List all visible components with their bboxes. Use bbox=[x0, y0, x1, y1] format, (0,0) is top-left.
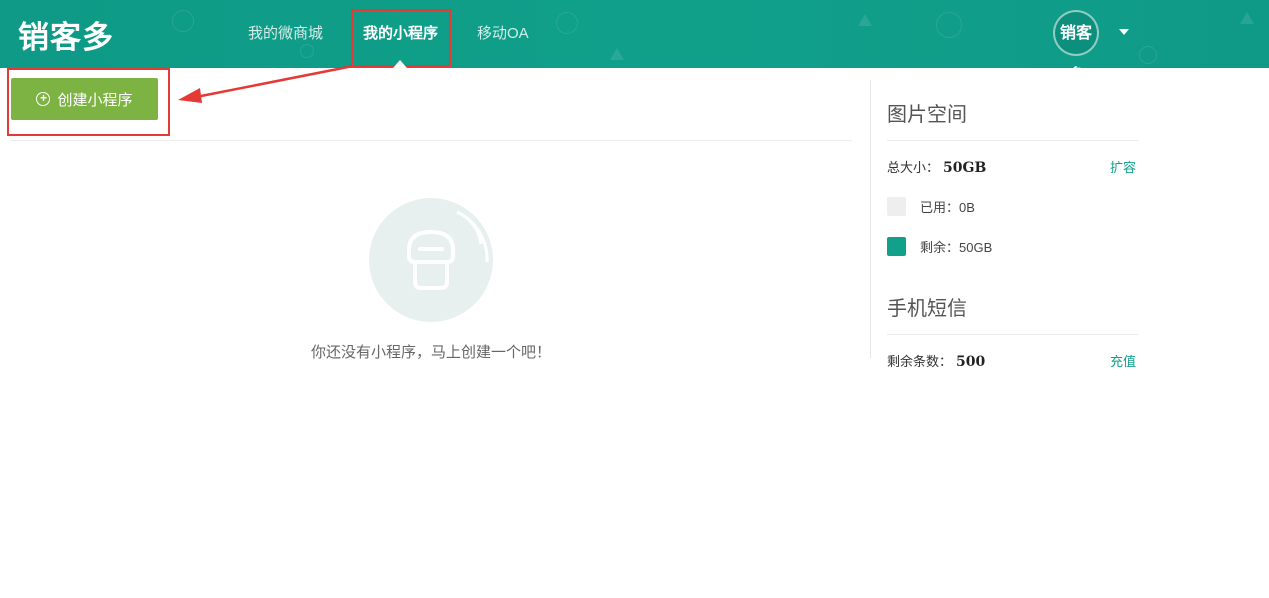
decor-circle bbox=[1139, 46, 1157, 64]
active-nav-indicator bbox=[393, 60, 407, 68]
expand-storage-link[interactable]: 扩容 bbox=[1110, 157, 1136, 176]
empty-state-icon bbox=[369, 198, 493, 322]
decor-triangle bbox=[610, 48, 624, 60]
chevron-down-icon[interactable] bbox=[1119, 29, 1129, 35]
recharge-link[interactable]: 充值 bbox=[1110, 351, 1136, 370]
decor-circle bbox=[556, 12, 578, 34]
decor-circle bbox=[172, 10, 194, 32]
create-button-label: 创建小程序 bbox=[57, 91, 133, 109]
storage-used-legend: 已用：0B bbox=[887, 197, 975, 216]
storage-used-label: 已用：0B bbox=[920, 200, 975, 215]
nav-mobile-oa[interactable]: 移动OA bbox=[477, 22, 529, 43]
storage-total-row: 总大小： 50GB bbox=[887, 157, 986, 176]
decor-triangle bbox=[858, 14, 872, 26]
nav-highlight-box bbox=[351, 9, 451, 67]
sms-remaining-value: 500 bbox=[956, 354, 986, 370]
annotation-arrow-icon bbox=[178, 64, 354, 103]
brand-logo[interactable]: 销客多 bbox=[18, 12, 114, 57]
sms-section-title: 手机短信 bbox=[887, 298, 967, 320]
decor-circle bbox=[300, 44, 314, 58]
remaining-swatch bbox=[887, 237, 906, 256]
create-miniprogram-button[interactable]: + 创建小程序 bbox=[11, 78, 158, 120]
empty-state-message: 你还没有小程序，马上创建一个吧！ bbox=[310, 344, 551, 361]
storage-section-title: 图片空间 bbox=[887, 104, 967, 126]
storage-remaining-label: 剩余：50GB bbox=[920, 240, 993, 255]
content-divider bbox=[10, 140, 852, 141]
sidebar-divider bbox=[870, 80, 871, 358]
storage-total-value: 50GB bbox=[943, 160, 987, 176]
sms-remaining-row: 剩余条数： 500 bbox=[887, 351, 985, 370]
decor-circle bbox=[936, 12, 962, 38]
sms-section-divider bbox=[887, 334, 1138, 335]
nav-my-weishop[interactable]: 我的微商城 bbox=[248, 22, 323, 43]
decor-triangle bbox=[1240, 12, 1254, 24]
sms-remaining-label: 剩余条数： bbox=[887, 354, 953, 369]
storage-section-divider bbox=[887, 140, 1138, 141]
storage-total-label: 总大小： bbox=[887, 160, 940, 175]
user-avatar[interactable]: 销客多 bbox=[1053, 10, 1099, 68]
top-navigation-bar: 销客多 我的微商城 我的小程序 移动OA 销客多 bbox=[0, 0, 1269, 68]
plus-circle-icon: + bbox=[36, 92, 51, 106]
storage-remaining-legend: 剩余：50GB bbox=[887, 237, 992, 256]
used-swatch bbox=[887, 197, 906, 216]
